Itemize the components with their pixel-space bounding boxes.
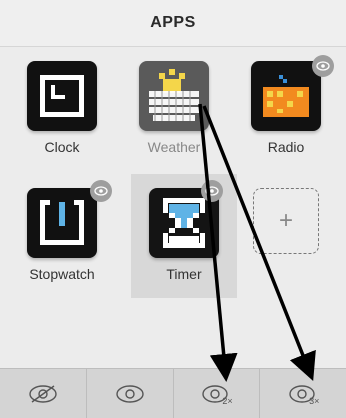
plus-icon: +: [253, 188, 319, 254]
app-label: Stopwatch: [29, 266, 95, 282]
app-tile-weather[interactable]: Weather: [122, 47, 226, 157]
app-label: Clock: [44, 139, 80, 155]
app-label: Timer: [166, 266, 202, 282]
app-tile-clock[interactable]: Clock: [10, 47, 114, 157]
app-label: Weather: [147, 139, 201, 155]
bottom-toolbar: 2× 3×: [0, 368, 346, 418]
eye-badge-icon: [312, 55, 334, 77]
zoom-2x-button[interactable]: 2×: [174, 369, 261, 418]
stopwatch-icon: [27, 188, 97, 258]
app-tile-timer[interactable]: Timer: [131, 174, 237, 298]
app-tile-stopwatch[interactable]: Stopwatch: [10, 174, 114, 284]
app-tile-radio[interactable]: Radio: [234, 47, 338, 157]
radio-icon: [251, 61, 321, 131]
hide-button[interactable]: [0, 369, 87, 418]
show-button[interactable]: [87, 369, 174, 418]
zoom-3x-button[interactable]: 3×: [260, 369, 346, 418]
eye-badge-icon: [90, 180, 112, 202]
eye-hidden-icon: [29, 384, 57, 403]
eye-badge-icon: [201, 180, 223, 202]
clock-icon: [27, 61, 97, 131]
eye-icon: [115, 384, 144, 403]
page-title: APPS: [0, 0, 346, 47]
zoom-suffix: 2×: [222, 396, 233, 406]
zoom-suffix: 3×: [309, 396, 320, 406]
apps-grid: Clock Weather Radio Stopwatch Timer +: [0, 47, 346, 367]
app-label: Radio: [267, 139, 305, 155]
add-app-slot[interactable]: +: [234, 174, 338, 284]
weather-icon: [139, 61, 209, 131]
